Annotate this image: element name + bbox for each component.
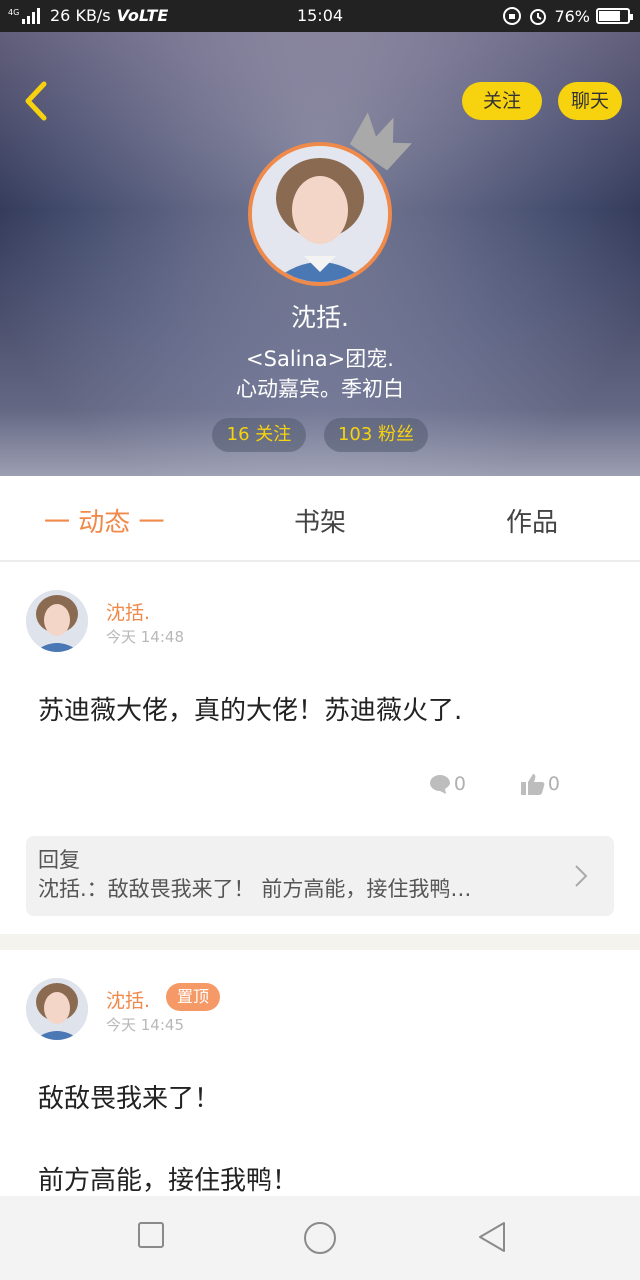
post-card[interactable]: 沈括. 置顶 今天 14:45 敌敌畏我来了！ 前方高能，接住我鸭！ [0, 950, 640, 1196]
crown-icon [349, 112, 412, 171]
rotation-lock-icon [503, 7, 522, 25]
post-actions: 0 0 [428, 772, 560, 796]
like-count: 0 [547, 773, 560, 795]
post-time: 今天 14:45 [106, 1016, 184, 1034]
profile-header: 关注 聊天 沈括. <Salina>团宠. 心动嘉宾。季初白 16 关注 103… [0, 32, 640, 476]
post-time: 今天 14:48 [106, 628, 184, 646]
chevron-right-icon [575, 865, 588, 887]
tab-works[interactable]: 作品 [506, 502, 558, 539]
post-text-line-1: 敌敌畏我来了！ [38, 1084, 221, 1114]
fans-count[interactable]: 103 粉丝 [324, 418, 428, 452]
comment-icon [429, 775, 450, 794]
profile-bio: <Salina>团宠. 心动嘉宾。季初白 [0, 344, 640, 404]
comment-button[interactable]: 0 [428, 772, 466, 796]
profile-name: 沈括. [291, 303, 349, 332]
back-triangle-icon[interactable] [476, 1220, 508, 1254]
post-author[interactable]: 沈括. [106, 986, 150, 1013]
home-circle-icon[interactable] [302, 1220, 338, 1256]
tab-bookshelf[interactable]: 书架 [294, 502, 346, 539]
status-bar: 4G 26 KB/s VoLTE 15:04 76% [0, 0, 640, 32]
like-button[interactable]: 0 [520, 772, 560, 796]
recents-square-icon[interactable] [136, 1220, 166, 1250]
post-text-line-2: 前方高能，接住我鸭！ [38, 1166, 299, 1196]
following-count[interactable]: 16 关注 [212, 418, 306, 452]
reply-preview[interactable]: 回复 沈括.：敌敌畏我来了！ 前方高能，接住我鸭… [26, 836, 614, 916]
battery-icon [596, 8, 633, 24]
status-right: 76% [502, 6, 633, 26]
post-author[interactable]: 沈括. [106, 598, 150, 625]
post-text: 苏迪薇大佬，真的大佬！苏迪薇火了. [38, 696, 463, 726]
bio-line-2: 心动嘉宾。季初白 [236, 377, 404, 401]
reply-title: 回复 [38, 848, 80, 872]
profile-tabs: 一 动态 一 书架 作品 [0, 476, 640, 562]
post-card[interactable]: 沈括. 今天 14:48 苏迪薇大佬，真的大佬！苏迪薇火了. 0 0 回复 沈括… [0, 564, 640, 934]
chat-button[interactable]: 聊天 [558, 82, 622, 120]
post-separator [0, 934, 640, 950]
system-nav-bar [0, 1196, 640, 1280]
back-arrow-icon[interactable] [20, 80, 54, 122]
pinned-badge: 置顶 [166, 983, 220, 1011]
post-avatar[interactable] [26, 978, 88, 1040]
bio-line-1: <Salina>团宠. [246, 347, 394, 371]
follow-button[interactable]: 关注 [462, 82, 542, 120]
tab-dynamic[interactable]: 一 动态 一 [44, 502, 165, 539]
thumbs-up-icon [520, 774, 545, 795]
alarm-icon [530, 9, 547, 25]
comment-count: 0 [453, 773, 466, 795]
battery-percent: 76% [554, 6, 590, 26]
reply-text: 沈括.：敌敌畏我来了！ 前方高能，接住我鸭… [38, 877, 472, 901]
post-avatar[interactable] [26, 590, 88, 652]
